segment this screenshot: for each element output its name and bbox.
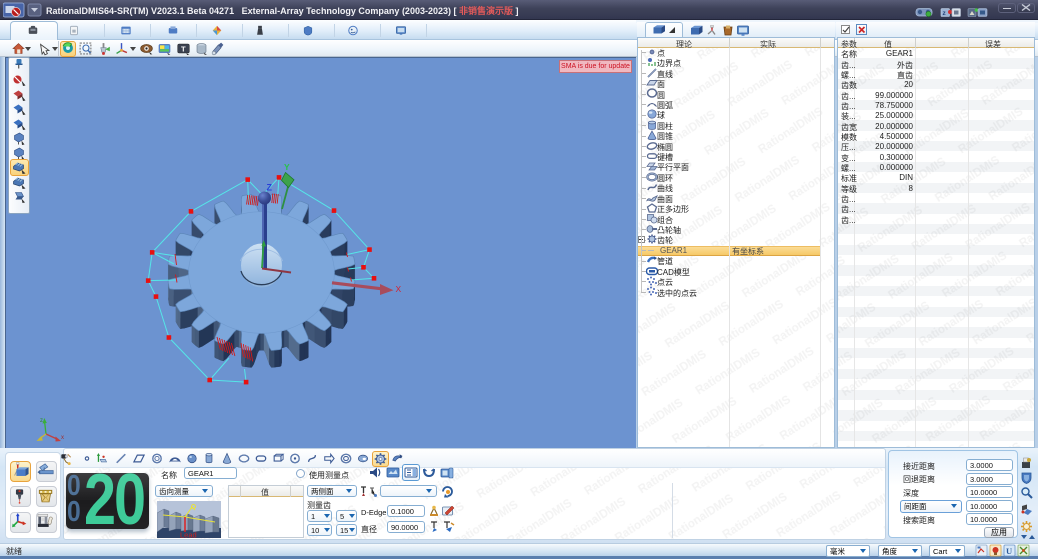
svg-text:z: z bbox=[40, 418, 43, 424]
svg-text:T: T bbox=[181, 44, 186, 53]
svg-text:x: x bbox=[61, 435, 64, 441]
svg-text:Y: Y bbox=[284, 162, 290, 172]
svg-text:X: X bbox=[396, 284, 402, 294]
svg-text:Lead: Lead bbox=[180, 531, 197, 539]
svg-text:U: U bbox=[1006, 546, 1012, 556]
svg-text:Z: Z bbox=[267, 183, 273, 193]
